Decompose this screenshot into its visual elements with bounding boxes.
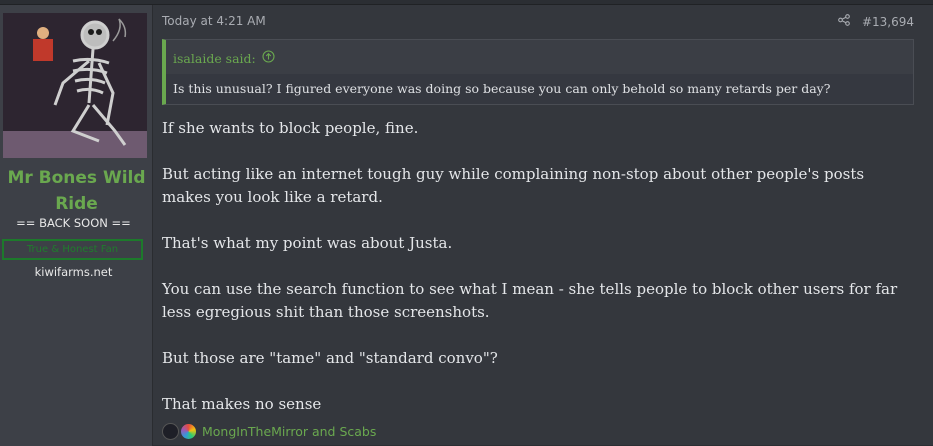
reaction-dark-icon[interactable]	[162, 423, 179, 440]
paragraph: But acting like an internet tough guy wh…	[162, 165, 865, 206]
skeleton-avatar-image	[3, 13, 147, 158]
quote-text: Is this unusual? I figured everyone was …	[173, 81, 831, 96]
post-body: If she wants to block people, fine. But …	[162, 117, 908, 439]
reactions-list[interactable]: MongInTheMirror and Scabs	[202, 424, 376, 439]
paragraph: But those are "tame" and "standard convo…	[162, 349, 498, 367]
user-sidebar: Mr Bones Wild Ride == BACK SOON == True …	[0, 5, 153, 446]
user-banner: True & Honest Fan	[2, 239, 143, 260]
paragraph: That's what my point was about Justa.	[162, 234, 453, 252]
share-icon[interactable]	[838, 14, 850, 29]
quote-header[interactable]: isalaide said:	[173, 50, 275, 66]
quote-body: Is this unusual? I figured everyone was …	[166, 74, 913, 104]
post: Mr Bones Wild Ride == BACK SOON == True …	[0, 4, 933, 446]
reaction-colorful-icon[interactable]	[181, 424, 196, 439]
paragraph: That makes no sense	[162, 395, 322, 413]
post-timestamp[interactable]: Today at 4:21 AM	[162, 14, 266, 28]
quote-block: isalaide said: Is this unusual? I figure…	[162, 39, 914, 105]
reactions-bar: MongInTheMirror and Scabs	[162, 423, 376, 440]
post-number[interactable]: #13,694	[862, 15, 914, 29]
quote-author[interactable]: isalaide said:	[173, 51, 256, 66]
paragraph: If she wants to block people, fine.	[162, 119, 419, 137]
user-title: == BACK SOON ==	[16, 216, 131, 230]
avatar[interactable]	[3, 13, 147, 158]
post-meta: #13,694	[838, 14, 914, 29]
username[interactable]: Mr Bones Wild Ride	[0, 165, 153, 217]
arrow-up-circle-icon[interactable]	[262, 50, 275, 66]
user-site: kiwifarms.net	[34, 265, 113, 279]
paragraph: You can use the search function to see w…	[162, 280, 898, 321]
